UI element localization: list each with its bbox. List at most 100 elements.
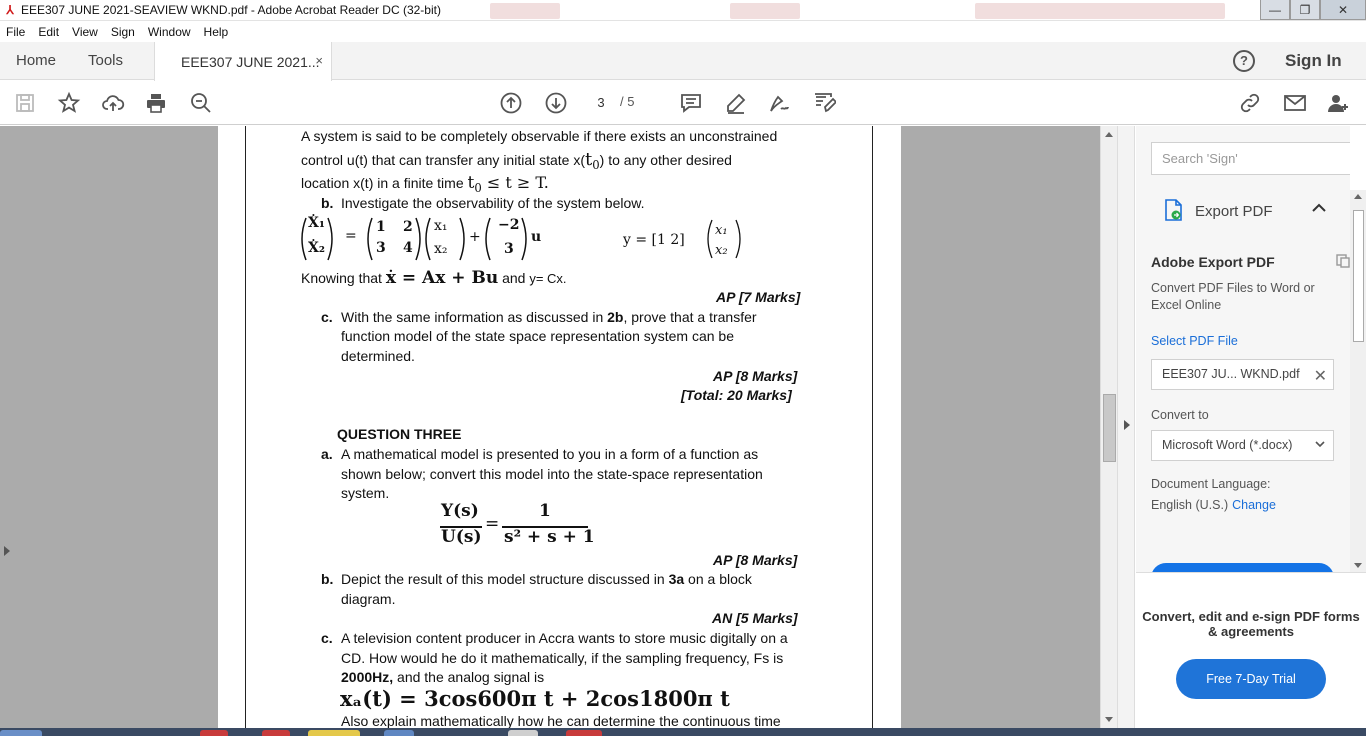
- page-up-icon[interactable]: [498, 90, 524, 116]
- close-tab-icon[interactable]: ×: [315, 53, 323, 68]
- right-pane-scrollbar[interactable]: [1350, 190, 1366, 572]
- share-link-icon[interactable]: [1237, 90, 1263, 116]
- acrobat-app-icon: ⅄: [6, 3, 14, 17]
- menu-sign[interactable]: Sign: [111, 25, 135, 39]
- doc-text-line: function model of the state space repres…: [341, 328, 735, 344]
- scroll-up-icon[interactable]: [1354, 194, 1362, 199]
- doc-math-sub: 0: [592, 157, 600, 172]
- bookmark-star-icon[interactable]: [56, 90, 82, 116]
- convert-to-select[interactable]: Microsoft Word (*.docx): [1151, 430, 1334, 461]
- fraction-numerator: 1: [539, 501, 551, 521]
- export-pdf-header[interactable]: Export PDF: [1136, 191, 1350, 231]
- taskbar-item[interactable]: [0, 730, 42, 736]
- tab-document-label: EEE307 JUNE 2021...: [181, 53, 320, 70]
- taskbar-item[interactable]: [262, 730, 290, 736]
- doc-text-span: location x(t) in a finite time: [301, 175, 468, 191]
- taskbar-item[interactable]: [566, 730, 602, 736]
- matrix-plus: +: [469, 229, 481, 245]
- change-language-link[interactable]: Change: [1232, 498, 1276, 512]
- scrollbar-thumb[interactable]: [1103, 394, 1116, 462]
- tab-tools[interactable]: Tools: [88, 52, 123, 69]
- doc-bold-span: 3a: [668, 571, 685, 587]
- promo-text: Convert, edit and e-sign PDF forms & agr…: [1142, 609, 1360, 639]
- tab-document[interactable]: EEE307 JUNE 2021... ×: [154, 42, 332, 81]
- doc-text-line: CD. How would he do it mathematically, i…: [341, 650, 784, 666]
- tools-search-input[interactable]: Search 'Sign': [1151, 142, 1350, 175]
- taskbar-item[interactable]: [508, 730, 538, 736]
- scrollbar-thumb[interactable]: [1353, 210, 1364, 342]
- menu-edit[interactable]: Edit: [38, 25, 59, 39]
- page-number-input[interactable]: 3: [588, 92, 614, 114]
- menu-window[interactable]: Window: [148, 25, 191, 39]
- document-scrollbar[interactable]: [1100, 126, 1117, 728]
- maximize-button[interactable]: ❐: [1290, 0, 1320, 20]
- matrix-entry: 4: [403, 240, 413, 256]
- menu-help[interactable]: Help: [204, 25, 229, 39]
- comment-icon[interactable]: [678, 90, 704, 116]
- document-language-value: English (U.S.): [1151, 498, 1229, 512]
- doc-text-line: A system is said to be completely observ…: [301, 128, 778, 144]
- menu-file[interactable]: File: [6, 25, 25, 39]
- marks-label: AN [5 Marks]: [712, 610, 798, 626]
- right-pane-splitter[interactable]: [1117, 126, 1135, 728]
- doc-text-line: Depict the result of this model structur…: [341, 570, 752, 589]
- free-trial-button[interactable]: Free 7-Day Trial: [1176, 659, 1326, 699]
- matrix-entry: u: [531, 229, 542, 245]
- left-panel-toggle-icon[interactable]: [4, 546, 10, 556]
- matrix-entry: x₁: [434, 218, 448, 234]
- doc-text-line: A mathematical model is presented to you…: [341, 446, 759, 462]
- page-total-label: / 5: [620, 94, 635, 109]
- page-border-right: [872, 126, 873, 728]
- doc-text-line: control u(t) that can transfer any initi…: [301, 150, 732, 175]
- convert-button[interactable]: [1151, 563, 1334, 572]
- toolbar: 3 / 5: [0, 81, 1366, 125]
- fill-sign-icon[interactable]: [766, 90, 792, 116]
- question-heading: QUESTION THREE: [337, 426, 462, 442]
- save-icon[interactable]: [12, 90, 38, 116]
- doc-math-span: ≤ t ≥ T.: [481, 173, 549, 192]
- matrix-entry: Ẋ₁: [308, 215, 325, 231]
- taskbar-item[interactable]: [384, 730, 414, 736]
- doc-text-span: ) to any other desired: [599, 152, 732, 168]
- menu-view[interactable]: View: [72, 25, 98, 39]
- add-user-icon[interactable]: [1325, 90, 1351, 116]
- taskbar-item[interactable]: [308, 730, 360, 736]
- collapse-right-pane-icon[interactable]: [1124, 420, 1130, 430]
- help-icon[interactable]: ?: [1233, 50, 1255, 72]
- state-equation: [301, 217, 741, 261]
- scroll-up-icon[interactable]: [1105, 132, 1113, 137]
- matrix-entry: x₂: [715, 243, 728, 258]
- close-window-button[interactable]: ✕: [1320, 0, 1366, 20]
- minimize-button[interactable]: —: [1260, 0, 1290, 20]
- convert-to-label: Convert to: [1151, 408, 1209, 422]
- scroll-down-icon[interactable]: [1354, 563, 1362, 568]
- taskbar-item[interactable]: [200, 730, 228, 736]
- sign-in-button[interactable]: Sign In: [1285, 51, 1342, 71]
- zoom-out-icon[interactable]: [188, 90, 214, 116]
- select-pdf-file-link[interactable]: Select PDF File: [1151, 334, 1238, 348]
- doc-math-sub: 0: [474, 180, 482, 195]
- doc-text-span: y= Cx.: [529, 271, 567, 286]
- highlight-pen-icon[interactable]: [723, 90, 749, 116]
- upload-cloud-icon[interactable]: [100, 90, 126, 116]
- matrix-entry: 3: [504, 241, 514, 257]
- clear-file-icon[interactable]: ✕: [1314, 366, 1327, 386]
- email-icon[interactable]: [1282, 90, 1308, 116]
- print-icon[interactable]: [143, 90, 169, 116]
- document-viewport[interactable]: A system is said to be completely observ…: [0, 126, 1100, 729]
- doc-text-span: control u(t) that can transfer any initi…: [301, 152, 586, 168]
- edit-pdf-icon[interactable]: [811, 90, 837, 116]
- doc-text-line: 2000Hz, and the analog signal is: [341, 668, 544, 687]
- output-equation: y = [1 2]: [623, 232, 685, 248]
- matrix-entry: x₁: [715, 223, 728, 238]
- tab-home[interactable]: Home: [16, 52, 56, 69]
- window-title: EEE307 JUNE 2021-SEAVIEW WKND.pdf - Adob…: [21, 3, 441, 17]
- copy-icon[interactable]: [1335, 253, 1350, 269]
- doc-text-span: With the same information as discussed i…: [341, 309, 608, 325]
- title-bar: ⅄ EEE307 JUNE 2021-SEAVIEW WKND.pdf - Ad…: [0, 0, 1366, 21]
- selected-file-field[interactable]: EEE307 JU... WKND.pdf ✕: [1151, 359, 1334, 390]
- page-down-icon[interactable]: [543, 90, 569, 116]
- scroll-down-icon[interactable]: [1105, 717, 1113, 722]
- chevron-up-icon[interactable]: [1312, 203, 1326, 213]
- doc-text-span: , prove that a transfer: [623, 309, 757, 325]
